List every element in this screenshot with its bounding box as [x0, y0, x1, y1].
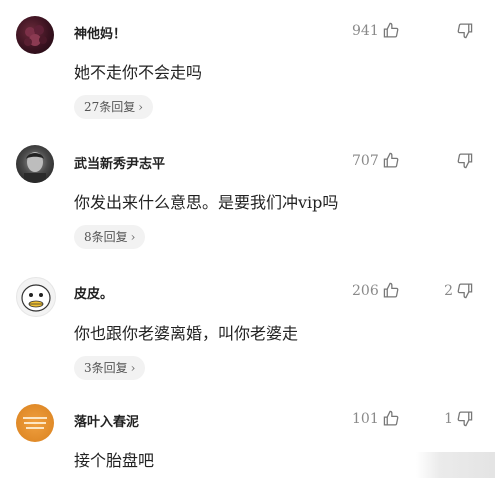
- thumbs-up-icon: [383, 410, 399, 426]
- thumbs-down-icon: [457, 153, 473, 169]
- like-button[interactable]: 941: [352, 22, 400, 39]
- comment-item: 武当新秀尹志平 707 你发出来什么意思。是要我们冲vip吗 8条回复 ›: [0, 125, 495, 250]
- avatar[interactable]: [16, 16, 54, 54]
- chevron-right-icon: ›: [130, 361, 136, 375]
- avatar[interactable]: [16, 277, 56, 317]
- replies-button[interactable]: 3条回复 ›: [74, 356, 146, 380]
- like-count: 206: [352, 282, 379, 299]
- comment-text: 接个胎盘吧: [74, 451, 155, 470]
- thumbs-up-icon: [383, 282, 399, 298]
- comment-item: 神他妈！ 941 她不走你不会走吗 27条回复 ›: [0, 0, 495, 125]
- like-button[interactable]: 101: [352, 410, 400, 427]
- chevron-right-icon: ›: [130, 230, 136, 244]
- avatar-image: [24, 25, 47, 46]
- like-count: 941: [352, 22, 379, 39]
- dislike-count: 1: [444, 410, 453, 427]
- replies-button[interactable]: 8条回复 ›: [74, 225, 146, 249]
- avatar-image: [21, 284, 51, 312]
- avatar[interactable]: [16, 145, 54, 183]
- avatar-image: [24, 152, 46, 183]
- username[interactable]: 神他妈！: [74, 23, 126, 42]
- replies-label: 27条回复: [84, 100, 136, 114]
- username[interactable]: 落叶入春泥: [74, 411, 139, 430]
- avatar-image: [23, 417, 47, 429]
- like-button[interactable]: 707: [352, 152, 400, 169]
- thumbs-up-icon: [383, 22, 399, 38]
- thumbs-up-icon: [383, 152, 399, 168]
- thumbs-down-icon: [457, 411, 473, 427]
- avatar[interactable]: [16, 404, 54, 442]
- dislike-button[interactable]: [453, 22, 473, 39]
- username[interactable]: 武当新秀尹志平: [74, 153, 165, 172]
- comment-text: 她不走你不会走吗: [74, 63, 203, 82]
- dislike-button[interactable]: [453, 152, 473, 169]
- comment-text: 你发出来什么意思。是要我们冲vip吗: [74, 193, 339, 212]
- thumbs-down-icon: [457, 283, 473, 299]
- replies-label: 3条回复: [84, 361, 128, 375]
- like-button[interactable]: 206: [352, 282, 400, 299]
- like-count: 707: [352, 152, 379, 169]
- dislike-button[interactable]: 1: [444, 410, 473, 427]
- dislike-button[interactable]: 2: [444, 282, 473, 299]
- replies-button[interactable]: 27条回复 ›: [74, 95, 154, 119]
- dislike-count: 2: [444, 282, 453, 299]
- like-count: 101: [352, 410, 379, 427]
- replies-label: 8条回复: [84, 230, 128, 244]
- thumbs-down-icon: [457, 23, 473, 39]
- chevron-right-icon: ›: [138, 100, 144, 114]
- comment-item: 皮皮。 206 2 你也跟你老婆离婚，叫你老婆走 3条回复 ›: [0, 250, 495, 380]
- watermark-blur: [416, 452, 495, 478]
- comment-text: 你也跟你老婆离婚，叫你老婆走: [74, 324, 299, 343]
- username[interactable]: 皮皮。: [74, 283, 113, 302]
